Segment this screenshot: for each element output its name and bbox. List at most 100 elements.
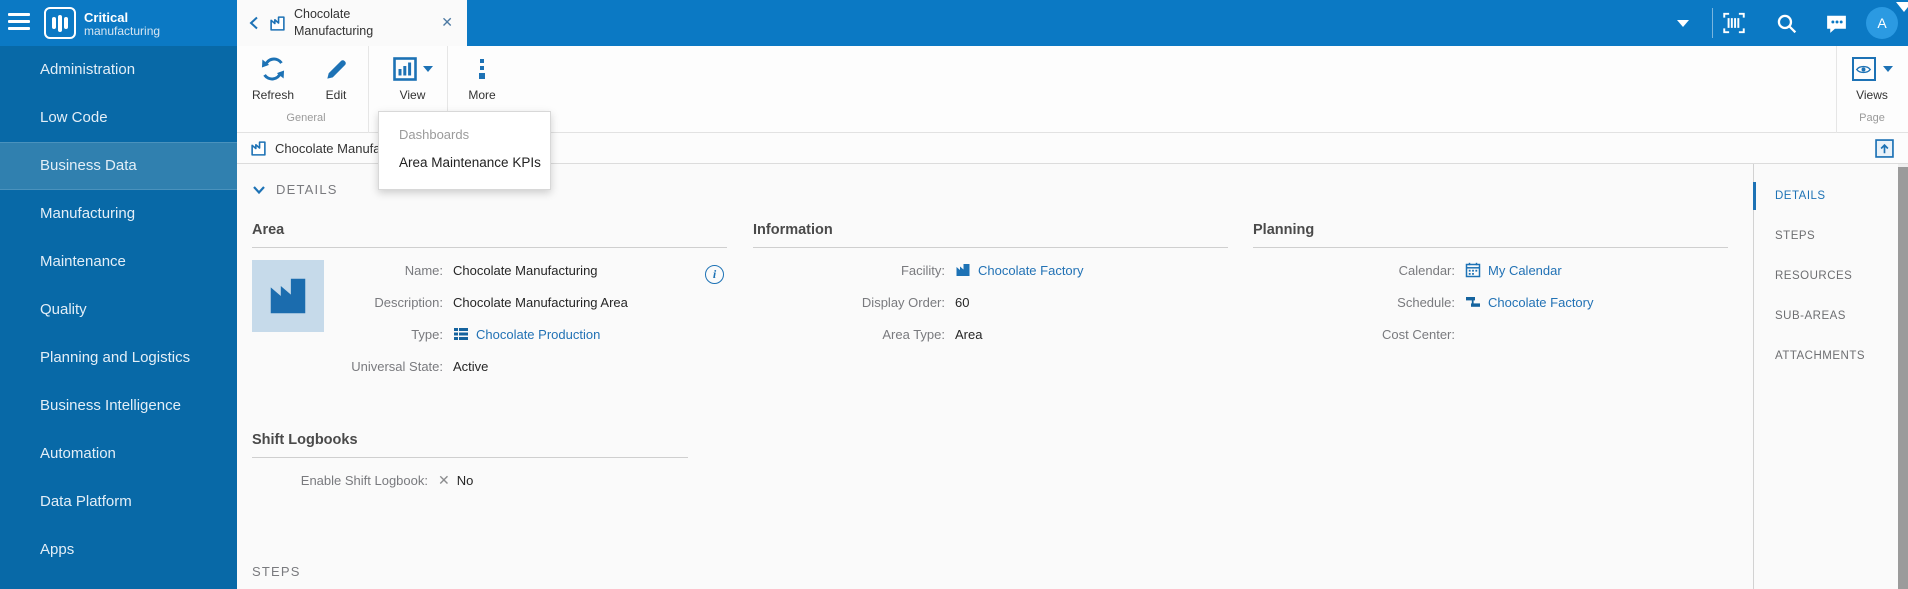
sidebar-item-automation[interactable]: Automation bbox=[0, 430, 237, 478]
pencil-icon bbox=[324, 54, 349, 84]
schedule-gantt-icon bbox=[1466, 297, 1480, 307]
view-dropdown-menu: Dashboards Area Maintenance KPIs bbox=[378, 111, 551, 190]
chevron-down-icon bbox=[253, 185, 265, 194]
corner-caret-icon bbox=[1896, 2, 1908, 12]
view-button[interactable]: View bbox=[378, 54, 447, 116]
steps-section-header[interactable]: STEPS bbox=[252, 564, 301, 579]
information-section: Information Facility: Chocolate Factory … bbox=[753, 222, 1228, 350]
field-label: Enable Shift Logbook: bbox=[300, 472, 428, 488]
calendar-icon bbox=[1465, 262, 1481, 278]
field-value: No bbox=[456, 472, 474, 488]
nav-item-steps[interactable]: STEPS bbox=[1754, 216, 1892, 256]
logo-icon bbox=[44, 7, 76, 39]
factory-glyph-icon bbox=[270, 278, 306, 314]
view-label: View bbox=[399, 88, 426, 102]
entity-list-icon bbox=[454, 328, 468, 340]
expand-panel-icon[interactable] bbox=[1875, 139, 1894, 163]
tab-title: Chocolate Manufacturing bbox=[294, 7, 374, 38]
chat-icon[interactable] bbox=[1820, 0, 1852, 46]
calendar-link[interactable]: My Calendar bbox=[1488, 263, 1562, 278]
more-dots-icon bbox=[479, 54, 485, 84]
tab-close-icon[interactable]: ✕ bbox=[441, 14, 453, 31]
more-button[interactable]: More bbox=[453, 54, 511, 116]
refresh-icon bbox=[260, 54, 286, 84]
nav-item-details[interactable]: DETAILS bbox=[1753, 176, 1892, 216]
edit-button[interactable]: Edit bbox=[307, 54, 365, 116]
tab-chocolate-manufacturing[interactable]: Chocolate Manufacturing ✕ bbox=[237, 0, 467, 46]
area-image bbox=[252, 260, 324, 332]
field-label: Calendar: bbox=[1398, 262, 1455, 278]
sidebar-item-business-data[interactable]: Business Data bbox=[0, 142, 237, 190]
main-sidebar: Administration Low Code Business Data Ma… bbox=[0, 46, 237, 589]
scrollbar-track[interactable] bbox=[1898, 164, 1908, 589]
area-factory-icon bbox=[251, 140, 266, 156]
dropdown-item-area-maintenance-kpis[interactable]: Area Maintenance KPIs bbox=[399, 155, 550, 170]
section-anchor-nav: DETAILS STEPS RESOURCES SUB-AREAS ATTACH… bbox=[1753, 164, 1892, 589]
field-row-facility: Facility: Chocolate Factory bbox=[753, 254, 1228, 286]
toolbar-separator bbox=[368, 46, 369, 133]
field-value: 60 bbox=[955, 294, 970, 310]
sidebar-item-planning-and-logistics[interactable]: Planning and Logistics bbox=[0, 334, 237, 382]
field-label: Display Order: bbox=[861, 294, 945, 310]
details-section-header[interactable]: DETAILS bbox=[252, 182, 338, 197]
sidebar-item-administration[interactable]: Administration bbox=[0, 46, 237, 94]
dropdown-group-label: Dashboards bbox=[399, 127, 470, 142]
view-chart-icon bbox=[392, 54, 433, 84]
topbar-dropdown-caret-icon[interactable] bbox=[1670, 0, 1696, 46]
topbar-divider bbox=[1712, 8, 1713, 38]
area-section-title: Area bbox=[252, 222, 727, 248]
area-factory-icon bbox=[270, 15, 285, 31]
field-row-cost-center: Cost Center: bbox=[1253, 318, 1728, 350]
shift-logbooks-title: Shift Logbooks bbox=[252, 432, 688, 458]
sidebar-item-business-intelligence[interactable]: Business Intelligence bbox=[0, 382, 237, 430]
details-header-label: DETAILS bbox=[276, 182, 338, 197]
field-row-display-order: Display Order: 60 bbox=[753, 286, 1228, 318]
sidebar-item-low-code[interactable]: Low Code bbox=[0, 94, 237, 142]
edit-label: Edit bbox=[325, 88, 347, 102]
field-row-schedule: Schedule: Chocolate Factory bbox=[1253, 286, 1728, 318]
refresh-label: Refresh bbox=[251, 88, 295, 102]
sidebar-item-apps[interactable]: Apps bbox=[0, 526, 237, 574]
sidebar-item-quality[interactable]: Quality bbox=[0, 286, 237, 334]
field-row-universal-state: Universal State: Active bbox=[252, 350, 727, 382]
facility-link[interactable]: Chocolate Factory bbox=[978, 263, 1084, 278]
views-button[interactable]: Views bbox=[1839, 54, 1905, 116]
toolbar-group-general: General bbox=[286, 112, 326, 124]
boolean-false-icon: ✕ bbox=[438, 471, 450, 488]
hamburger-menu-icon[interactable] bbox=[8, 13, 30, 31]
nav-item-attachments[interactable]: ATTACHMENTS bbox=[1754, 336, 1892, 376]
more-label: More bbox=[468, 88, 496, 102]
nav-item-sub-areas[interactable]: SUB-AREAS bbox=[1754, 296, 1892, 336]
schedule-link[interactable]: Chocolate Factory bbox=[1488, 295, 1594, 310]
field-value: Chocolate Manufacturing bbox=[453, 262, 598, 278]
nav-item-resources[interactable]: RESOURCES bbox=[1754, 256, 1892, 296]
search-icon[interactable] bbox=[1770, 0, 1802, 46]
planning-section: Planning Calendar: My Calendar Schedule:… bbox=[1253, 222, 1728, 350]
field-value: Area bbox=[955, 326, 983, 342]
type-link[interactable]: Chocolate Production bbox=[476, 327, 600, 342]
information-section-title: Information bbox=[753, 222, 1228, 248]
logo-text-secondary: manufacturing bbox=[84, 24, 161, 38]
user-avatar[interactable]: A bbox=[1866, 7, 1898, 39]
views-label: Views bbox=[1856, 88, 1888, 102]
field-label: Facility: bbox=[900, 262, 945, 278]
back-chevron-icon[interactable] bbox=[247, 15, 263, 31]
info-icon[interactable]: i bbox=[705, 265, 724, 284]
views-caret-icon bbox=[1882, 66, 1893, 72]
field-label: Area Type: bbox=[882, 326, 945, 342]
field-row-enable-shift-logbook: Enable Shift Logbook: ✕ No bbox=[252, 464, 688, 496]
field-value: Chocolate Manufacturing Area bbox=[453, 294, 628, 310]
view-caret-icon bbox=[422, 66, 433, 72]
field-row-calendar: Calendar: My Calendar bbox=[1253, 254, 1728, 286]
facility-icon bbox=[956, 264, 970, 276]
sidebar-item-maintenance[interactable]: Maintenance bbox=[0, 238, 237, 286]
field-label: Cost Center: bbox=[1382, 326, 1455, 342]
toolbar-group-page: Page bbox=[1859, 112, 1885, 124]
sidebar-item-data-platform[interactable]: Data Platform bbox=[0, 478, 237, 526]
scrollbar-thumb[interactable] bbox=[1898, 167, 1908, 589]
barcode-scanner-icon[interactable] bbox=[1718, 0, 1750, 46]
shift-logbooks-section: Shift Logbooks Enable Shift Logbook: ✕ N… bbox=[252, 432, 688, 496]
refresh-button[interactable]: Refresh bbox=[244, 54, 302, 116]
sidebar-item-manufacturing[interactable]: Manufacturing bbox=[0, 190, 237, 238]
field-row-area-type: Area Type: Area bbox=[753, 318, 1228, 350]
